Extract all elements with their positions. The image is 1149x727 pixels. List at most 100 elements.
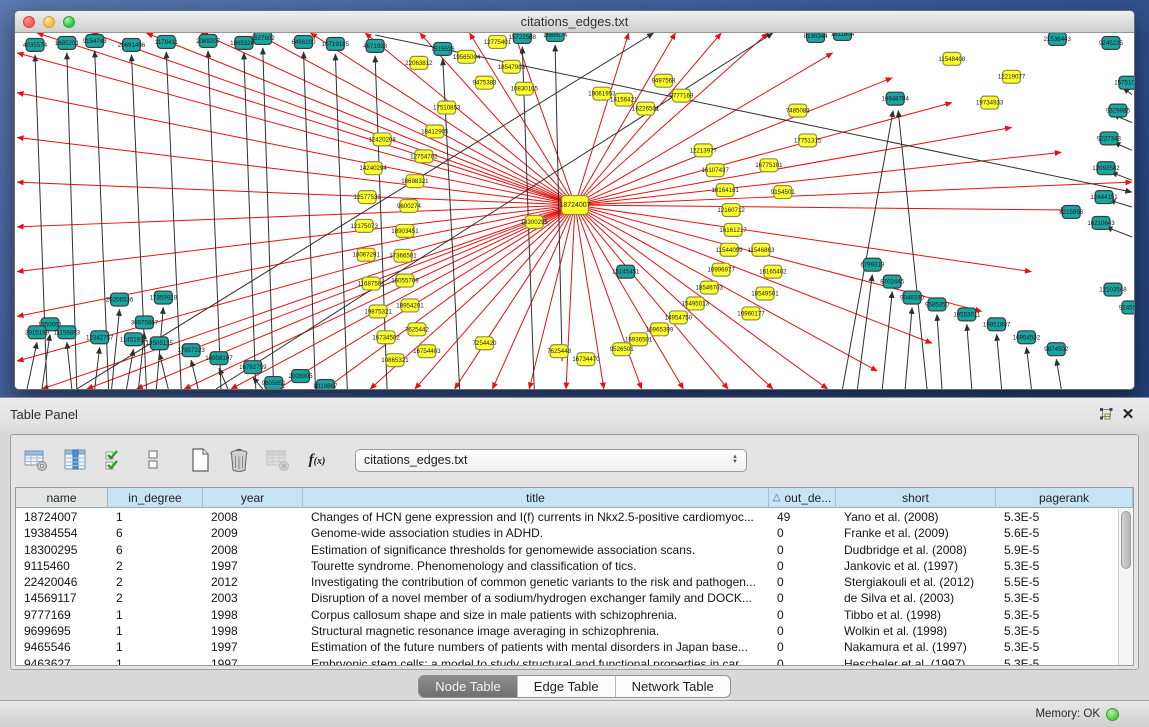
table-row[interactable]: 2242004622012Investigating the contribut…: [16, 574, 1118, 590]
vertical-scrollbar[interactable]: [1118, 509, 1133, 665]
trash-icon: [226, 446, 252, 474]
column-header-title[interactable]: title: [303, 488, 769, 507]
node-label: 14240294: [359, 165, 387, 172]
node-label: 19565004: [453, 54, 481, 61]
node-label: 8702445: [880, 279, 905, 286]
network-canvas[interactable]: 4035574168520191547432069140611784112089…: [15, 33, 1134, 389]
delete-column-button[interactable]: [224, 445, 254, 475]
column-header-name[interactable]: name: [16, 488, 108, 507]
column-header-short[interactable]: short: [836, 488, 996, 507]
float-panel-button[interactable]: [1095, 405, 1117, 425]
cell-short: de Silva et al. (2003): [836, 590, 996, 606]
delete-table-button[interactable]: [263, 445, 293, 475]
cell-name: 19384554: [16, 525, 108, 541]
cell-out_degree: 0: [769, 607, 836, 623]
cell-title: Estimation of the future numbers of pati…: [303, 639, 769, 655]
node-label: 20691406: [118, 42, 146, 49]
cell-pagerank: 5.6E-5: [996, 525, 1118, 541]
table-selector-value: citations_edges.txt: [364, 453, 732, 467]
close-panel-button[interactable]: ✕: [1117, 405, 1139, 425]
node-label: 8019867: [313, 383, 338, 389]
row-select-button[interactable]: [99, 445, 129, 475]
cell-out_degree: 0: [769, 623, 836, 639]
rows-icon: [144, 447, 162, 473]
node-label: 17359928: [150, 295, 178, 302]
tab-node-table[interactable]: Node Table: [419, 676, 517, 697]
cell-short: Tibbo et al. (1998): [836, 607, 996, 623]
close-window-button[interactable]: [23, 16, 35, 28]
node-label: 13505135: [146, 340, 174, 347]
table-row[interactable]: 946554611997Estimation of the future num…: [16, 639, 1118, 655]
cell-pagerank: 5.3E-5: [996, 623, 1118, 639]
table-row[interactable]: 1938455462009Genome-wide association stu…: [16, 525, 1118, 541]
node-label: 20206536: [106, 296, 134, 303]
cell-in_degree: 1: [108, 607, 203, 623]
cell-pagerank: 5.3E-5: [996, 607, 1118, 623]
node-label: 18547903: [498, 64, 526, 71]
column-display-button[interactable]: [60, 445, 90, 475]
cell-title: Structural magnetic resonance image aver…: [303, 623, 769, 639]
table-row[interactable]: 1830029562008Estimation of significance …: [16, 542, 1118, 558]
network-window[interactable]: citations_edges.txt 40355741685201915474…: [14, 10, 1135, 390]
node-label: 16161217: [719, 227, 747, 234]
scrollbar-thumb[interactable]: [1121, 511, 1131, 569]
column-header-out-degree[interactable]: △out_de...: [769, 488, 836, 507]
cell-in_degree: 6: [108, 525, 203, 541]
node-label: 9245513: [1119, 304, 1134, 311]
column-header-pagerank[interactable]: pagerank: [996, 488, 1133, 507]
node-label: 9046330: [900, 295, 925, 302]
node-label: 7485083: [786, 108, 811, 115]
node-label: 10830105: [511, 86, 539, 93]
node-label: 16165402: [759, 269, 787, 276]
window-titlebar[interactable]: citations_edges.txt: [15, 11, 1134, 33]
node-label: 30975887: [131, 319, 159, 326]
node-label: 9497568: [652, 78, 677, 85]
node-label: 9154501: [771, 189, 796, 196]
table-row[interactable]: 1456911722003Disruption of a novel membe…: [16, 590, 1118, 606]
function-builder-button[interactable]: f(x): [302, 445, 332, 475]
create-column-button[interactable]: [185, 445, 215, 475]
citation-network-graph[interactable]: 4035574168520191547432069140611784112089…: [15, 33, 1134, 389]
minimize-window-button[interactable]: [43, 16, 55, 28]
cell-title: Disruption of a novel member of a sodium…: [303, 590, 769, 606]
float-panel-icon: [1099, 408, 1113, 421]
delete-table-icon: [265, 447, 291, 473]
table-tabs-bar: Node Table Edge Table Network Table: [0, 672, 1149, 700]
cell-name: 9465546: [16, 639, 108, 655]
node-label: 9154743: [83, 38, 108, 45]
tab-edge-table[interactable]: Edge Table: [517, 676, 615, 697]
cell-title: Tourette syndrome. Phenomenology and cla…: [303, 558, 769, 574]
cell-year: 2009: [203, 525, 303, 541]
tab-network-table[interactable]: Network Table: [615, 676, 730, 697]
node-label: 9600274: [397, 203, 422, 210]
node-label: 9585350: [925, 301, 950, 308]
cell-year: 2012: [203, 574, 303, 590]
table-panel-header: Table Panel ✕: [0, 398, 1149, 431]
node-label: 18724007: [560, 202, 591, 209]
zoom-window-button[interactable]: [63, 16, 75, 28]
table-selector-dropdown[interactable]: citations_edges.txt ▲▼: [355, 449, 747, 472]
node-label: 12175073: [350, 223, 378, 230]
cell-title: Corpus callosum shape and size in male p…: [303, 607, 769, 623]
table-row[interactable]: 1872400712008Changes of HCN gene express…: [16, 509, 1118, 525]
cell-pagerank: 5.5E-5: [996, 574, 1118, 590]
table-row[interactable]: 977716911998Corpus callosum shape and si…: [16, 607, 1118, 623]
node-label: 1685201: [55, 40, 80, 47]
node-label: 1527602: [251, 35, 276, 42]
column-header-year[interactable]: year: [203, 488, 303, 507]
node-label: 2005905: [289, 373, 314, 380]
cell-short: Franke et al. (2009): [836, 525, 996, 541]
column-header-in-degree[interactable]: in_degree: [108, 488, 203, 507]
table-row[interactable]: 911546021997Tourette syndrome. Phenomeno…: [16, 558, 1118, 574]
table-row[interactable]: 946362711997Embryonic stem cells: a mode…: [16, 656, 1118, 665]
table-row[interactable]: 969969511998Structural magnetic resonanc…: [16, 623, 1118, 639]
memory-ok-indicator[interactable]: [1106, 708, 1119, 721]
table-options-button[interactable]: [21, 445, 51, 475]
node-label: 16055709: [391, 278, 419, 285]
cell-in_degree: 2: [108, 590, 203, 606]
table-header-row: name in_degree year title △out_de... sho…: [16, 488, 1133, 508]
cell-in_degree: 1: [108, 639, 203, 655]
cell-in_degree: 2: [108, 574, 203, 590]
cell-year: 1997: [203, 558, 303, 574]
rows-button[interactable]: [138, 445, 168, 475]
